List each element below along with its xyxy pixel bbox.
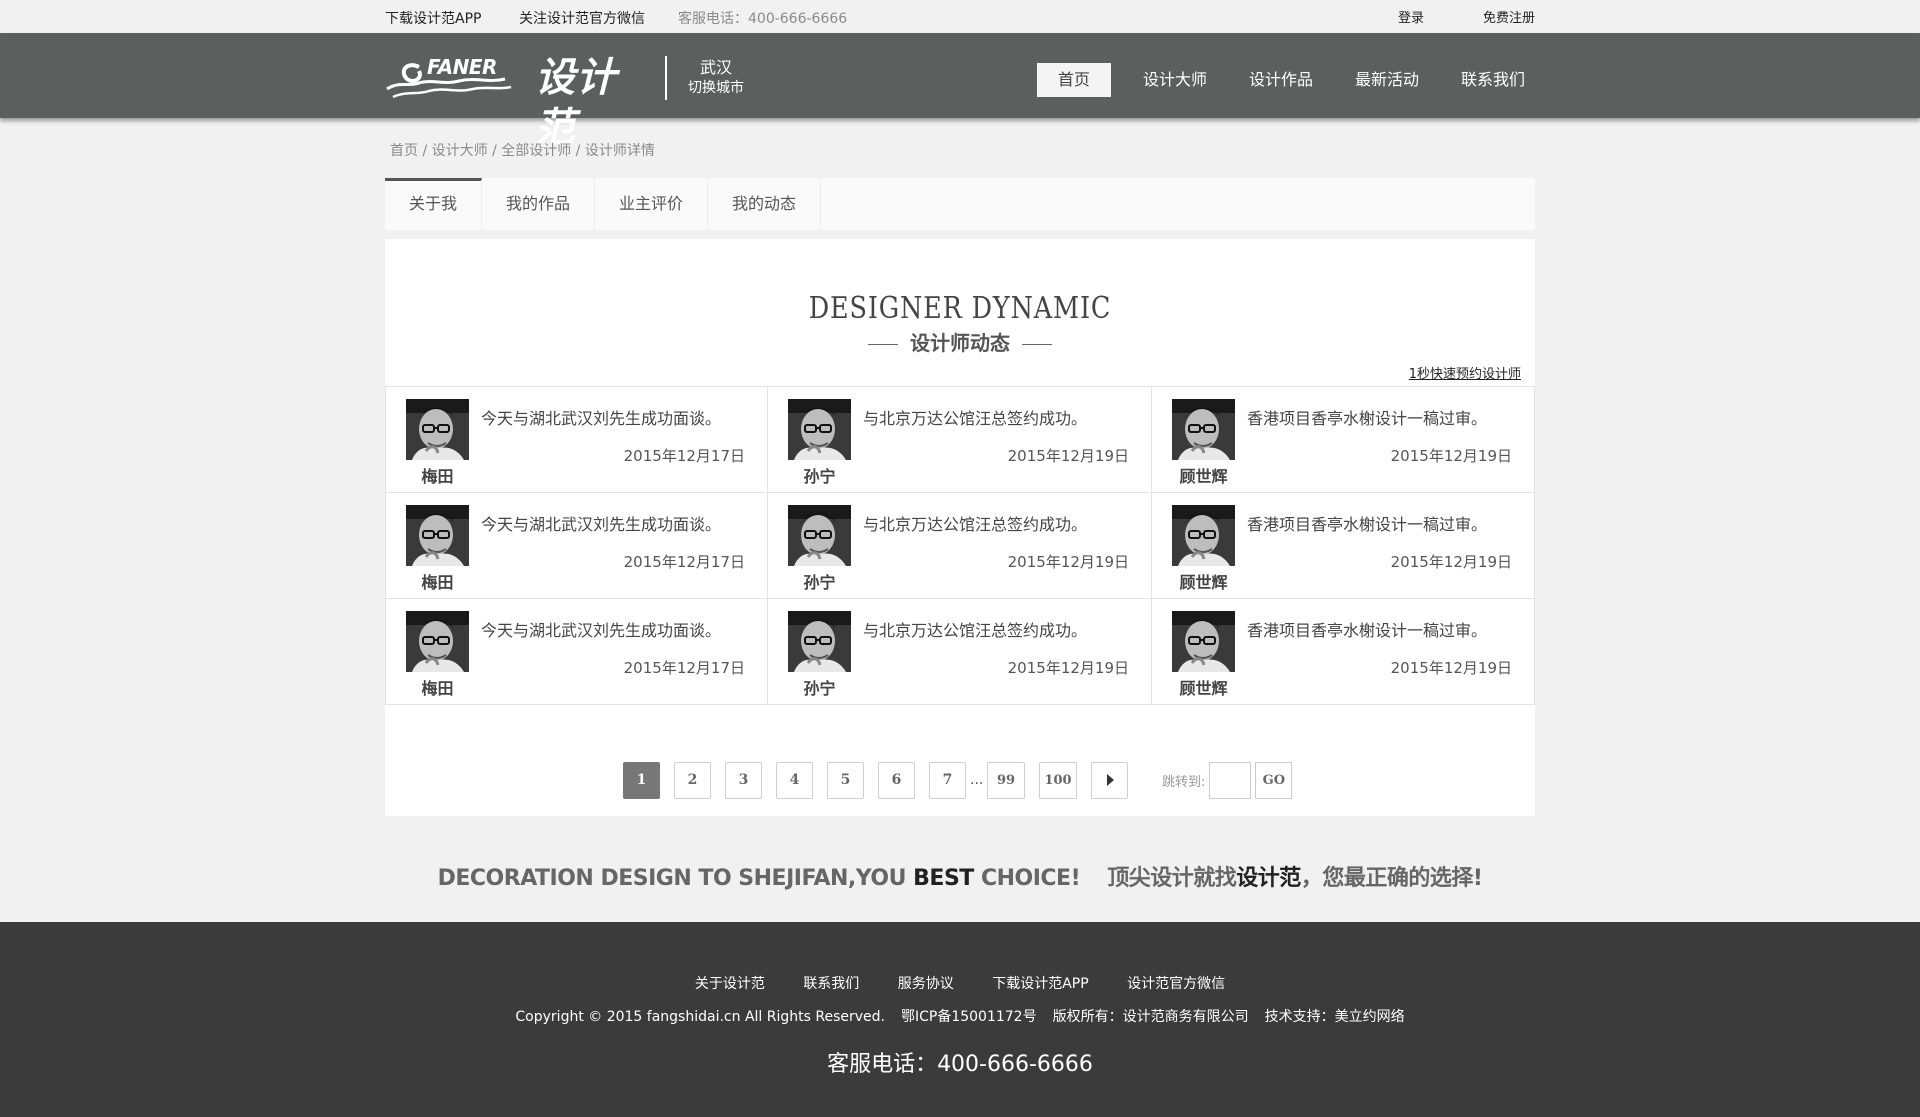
designer-name[interactable]: 梅田 xyxy=(406,675,469,699)
dynamic-text[interactable]: 香港项目香亭水榭设计一稿过审。 xyxy=(1247,405,1487,429)
dynamic-item[interactable]: 孙宁 与北京万达公馆汪总签约成功。 2015年12月19日 xyxy=(767,493,1151,599)
dynamic-date: 2015年12月17日 xyxy=(623,659,745,677)
copyright: Copyright © 2015 fangshidai.cn All Right… xyxy=(515,1009,885,1025)
page-button[interactable]: 3 xyxy=(725,761,762,799)
icp-number[interactable]: 鄂ICP备15001172号 xyxy=(901,1009,1037,1025)
dynamic-text[interactable]: 与北京万达公馆汪总签约成功。 xyxy=(863,511,1087,535)
dynamic-item[interactable]: 梅田 今天与湖北武汉刘先生成功面谈。 2015年12月17日 xyxy=(385,387,767,493)
page-button[interactable]: 1 xyxy=(623,761,660,799)
dynamic-item[interactable]: 孙宁 与北京万达公馆汪总签约成功。 2015年12月19日 xyxy=(767,599,1151,705)
dynamics-panel: DESIGNER DYNAMIC 设计师动态 1秒快速预约设计师 梅田 今天与湖北… xyxy=(385,239,1535,816)
caret-right-icon xyxy=(1106,773,1114,786)
jump-page-input[interactable] xyxy=(1209,761,1252,799)
designer-avatar[interactable] xyxy=(788,399,851,460)
page-button[interactable]: 6 xyxy=(878,761,915,799)
footer-link-about[interactable]: 关于设计范 xyxy=(695,976,765,992)
designer-avatar[interactable] xyxy=(788,505,851,566)
copyright-line: Copyright © 2015 fangshidai.cn All Right… xyxy=(0,1006,1920,1026)
dynamic-date: 2015年12月19日 xyxy=(1007,659,1129,677)
dynamic-date: 2015年12月19日 xyxy=(1007,447,1129,465)
slogan-cn-2: ，您最正确的选择! xyxy=(1300,866,1483,891)
slogan-cn-bold: 设计范 xyxy=(1236,866,1301,891)
tab-dynamics[interactable]: 我的动态 xyxy=(708,178,822,230)
tab-works[interactable]: 我的作品 xyxy=(482,178,596,230)
tech-support: 技术支持：美立约网络 xyxy=(1264,1009,1405,1025)
slogan-en-1: DECORATION DESIGN TO SHEJIFAN,YOU xyxy=(437,866,914,891)
designer-avatar[interactable] xyxy=(1172,611,1235,672)
designer-avatar[interactable] xyxy=(1172,505,1235,566)
section-title-cn: 设计师动态 xyxy=(385,327,1535,356)
section-title-cn-text: 设计师动态 xyxy=(910,331,1010,355)
dynamic-text[interactable]: 与北京万达公馆汪总签约成功。 xyxy=(863,617,1087,641)
designer-name[interactable]: 孙宁 xyxy=(788,463,851,487)
dynamic-text[interactable]: 与北京万达公馆汪总签约成功。 xyxy=(863,405,1087,429)
tab-reviews[interactable]: 业主评价 xyxy=(595,178,709,230)
dynamic-item[interactable]: 梅田 今天与湖北武汉刘先生成功面谈。 2015年12月17日 xyxy=(385,599,767,705)
dynamic-text[interactable]: 今天与湖北武汉刘先生成功面谈。 xyxy=(481,511,721,535)
designer-avatar[interactable] xyxy=(788,611,851,672)
dynamic-item[interactable]: 顾世辉 香港项目香亭水榭设计一稿过审。 2015年12月19日 xyxy=(1151,387,1535,493)
dynamic-item[interactable]: 顾世辉 香港项目香亭水榭设计一稿过审。 2015年12月19日 xyxy=(1151,493,1535,599)
designer-name[interactable]: 顾世辉 xyxy=(1172,463,1235,487)
dynamics-row: 梅田 今天与湖北武汉刘先生成功面谈。 2015年12月17日 孙宁 与北京万达公馆汪总签… xyxy=(385,493,1535,599)
page-ellipsis: ... xyxy=(970,772,984,788)
owner: 版权所有：设计范商务有限公司 xyxy=(1052,1009,1249,1025)
designer-name[interactable]: 梅田 xyxy=(406,463,469,487)
dynamic-date: 2015年12月19日 xyxy=(1390,447,1512,465)
page-button[interactable]: 99 xyxy=(987,761,1025,799)
site-footer: 关于设计范 联系我们 服务协议 下载设计范APP 设计范官方微信 Copyrig… xyxy=(0,922,1920,1117)
jump-label: 跳转到: xyxy=(1162,774,1206,790)
footer-link-wechat[interactable]: 设计范官方微信 xyxy=(1127,976,1225,992)
slogan: DECORATION DESIGN TO SHEJIFAN,YOU BEST C… xyxy=(0,860,1920,892)
footer-link-contact[interactable]: 联系我们 xyxy=(803,976,859,992)
dynamics-row: 梅田 今天与湖北武汉刘先生成功面谈。 2015年12月17日 孙宁 与北京万达公馆汪总签… xyxy=(385,387,1535,493)
page-button[interactable]: 5 xyxy=(827,761,864,799)
quick-book-link[interactable]: 1秒快速预约设计师 xyxy=(1409,363,1521,382)
footer-link-terms[interactable]: 服务协议 xyxy=(898,976,954,992)
dynamic-text[interactable]: 香港项目香亭水榭设计一稿过审。 xyxy=(1247,617,1487,641)
dynamic-item[interactable]: 孙宁 与北京万达公馆汪总签约成功。 2015年12月19日 xyxy=(767,387,1151,493)
slogan-en-2: CHOICE! xyxy=(973,866,1081,891)
page-button[interactable]: 7 xyxy=(929,761,966,799)
footer-link-app[interactable]: 下载设计范APP xyxy=(992,976,1088,992)
dynamic-date: 2015年12月17日 xyxy=(623,447,745,465)
designer-avatar[interactable] xyxy=(406,399,469,460)
breadcrumb[interactable]: 首页 / 设计大师 / 全部设计师 / 设计师详情 xyxy=(390,140,655,160)
designer-avatar[interactable] xyxy=(406,505,469,566)
dynamic-date: 2015年12月17日 xyxy=(623,553,745,571)
footer-phone: 客服电话：400-666-6666 xyxy=(827,1052,1093,1077)
designer-name[interactable]: 顾世辉 xyxy=(1172,569,1235,593)
dynamic-date: 2015年12月19日 xyxy=(1007,553,1129,571)
title-line-right xyxy=(1022,344,1052,345)
slogan-cn-1: 顶尖设计就找 xyxy=(1107,866,1237,891)
designer-name[interactable]: 孙宁 xyxy=(788,675,851,699)
dynamic-item[interactable]: 顾世辉 香港项目香亭水榭设计一稿过审。 2015年12月19日 xyxy=(1151,599,1535,705)
section-title-en: DESIGNER DYNAMIC xyxy=(808,291,1112,326)
designer-name[interactable]: 孙宁 xyxy=(788,569,851,593)
go-button[interactable]: GO xyxy=(1255,761,1293,799)
dynamic-date: 2015年12月19日 xyxy=(1390,659,1512,677)
dynamics-row: 梅田 今天与湖北武汉刘先生成功面谈。 2015年12月17日 孙宁 与北京万达公馆汪总签… xyxy=(385,599,1535,705)
profile-tabs: 关于我 我的作品 业主评价 我的动态 xyxy=(385,178,1535,230)
dynamic-text[interactable]: 今天与湖北武汉刘先生成功面谈。 xyxy=(481,617,721,641)
page-button[interactable]: 4 xyxy=(776,761,813,799)
designer-avatar[interactable] xyxy=(1172,399,1235,460)
page-button[interactable]: 100 xyxy=(1039,761,1077,799)
designer-name[interactable]: 梅田 xyxy=(406,569,469,593)
page-button[interactable]: 2 xyxy=(674,761,711,799)
dynamics-grid: 梅田 今天与湖北武汉刘先生成功面谈。 2015年12月17日 孙宁 与北京万达公馆汪总签… xyxy=(385,386,1535,705)
designer-name[interactable]: 顾世辉 xyxy=(1172,675,1235,699)
designer-avatar[interactable] xyxy=(406,611,469,672)
dynamic-text[interactable]: 今天与湖北武汉刘先生成功面谈。 xyxy=(481,405,721,429)
footer-links: 关于设计范 联系我们 服务协议 下载设计范APP 设计范官方微信 xyxy=(0,973,1920,993)
next-page-button[interactable] xyxy=(1091,761,1128,799)
dynamic-date: 2015年12月19日 xyxy=(1390,553,1512,571)
dynamic-text[interactable]: 香港项目香亭水榭设计一稿过审。 xyxy=(1247,511,1487,535)
dynamic-item[interactable]: 梅田 今天与湖北武汉刘先生成功面谈。 2015年12月17日 xyxy=(385,493,767,599)
pagination: 1 2 3 4 5 6 7 ... 99 100 跳转到: GO xyxy=(623,761,1293,799)
slogan-en-bold: BEST xyxy=(913,866,974,891)
title-line-left xyxy=(868,344,898,345)
tab-about[interactable]: 关于我 xyxy=(385,178,483,230)
